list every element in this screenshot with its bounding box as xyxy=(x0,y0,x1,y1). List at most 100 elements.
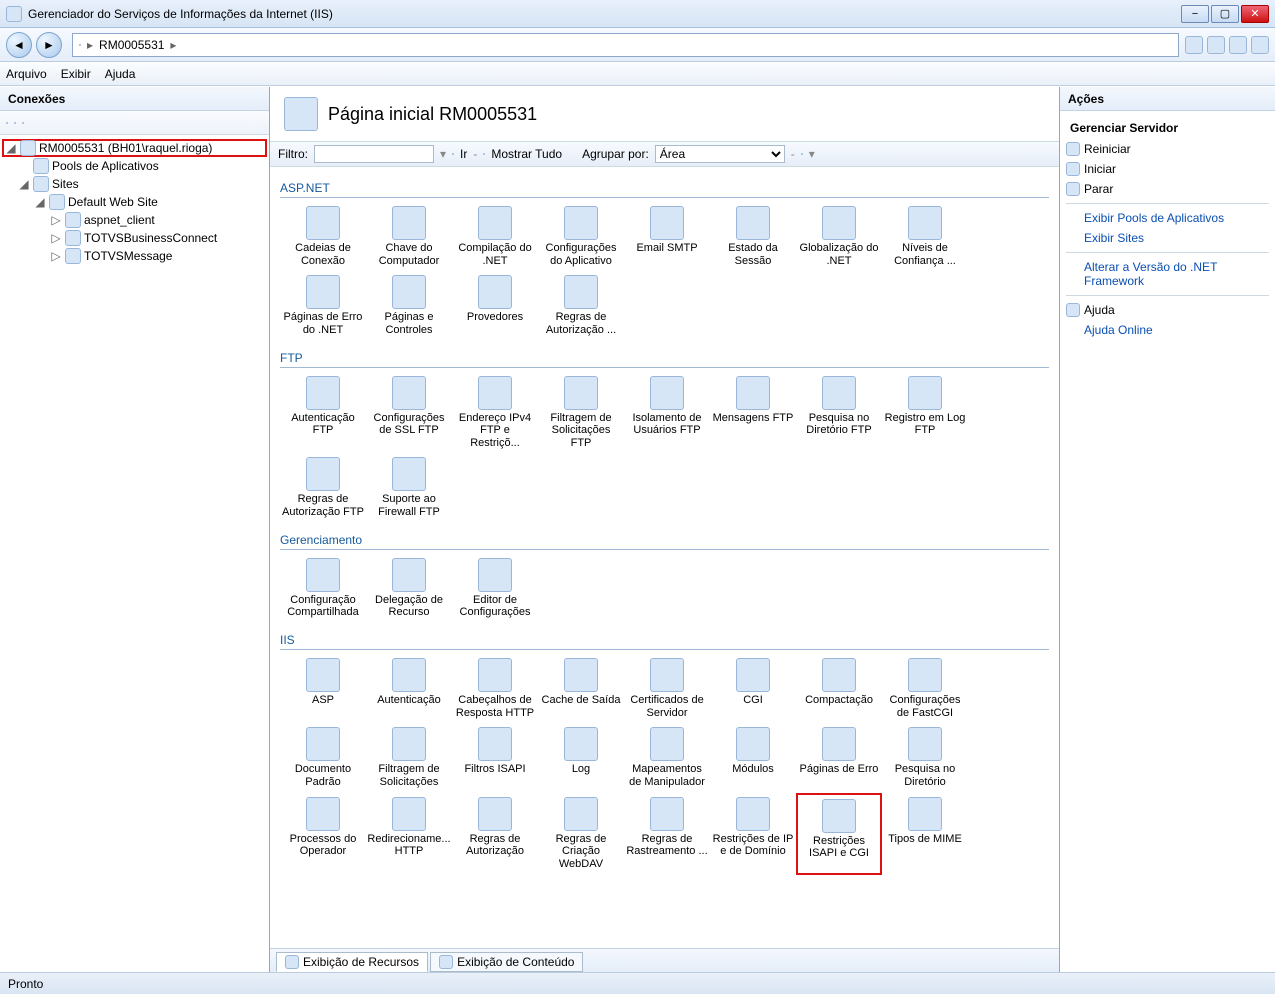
save-icon[interactable] xyxy=(14,122,16,124)
feature-item[interactable]: Configuração Compartilhada xyxy=(280,554,366,623)
feature-item[interactable]: Configurações de SSL FTP xyxy=(366,372,452,454)
feature-item[interactable]: Redirecioname... HTTP xyxy=(366,793,452,875)
feature-item[interactable]: ASP xyxy=(280,654,366,723)
feature-item[interactable]: Pesquisa no Diretório xyxy=(882,723,968,792)
expando-icon[interactable]: ◢ xyxy=(5,141,17,155)
menu-help[interactable]: Ajuda xyxy=(105,67,136,81)
expando-icon[interactable]: ▷ xyxy=(50,231,62,245)
feature-item[interactable]: Autenticação FTP xyxy=(280,372,366,454)
feature-item[interactable]: Suporte ao Firewall FTP xyxy=(366,453,452,522)
tree-root[interactable]: ◢ RM0005531 (BH01\raquel.rioga) xyxy=(2,139,267,157)
feature-item[interactable]: Módulos xyxy=(710,723,796,792)
feature-item[interactable]: Configurações do Aplicativo xyxy=(538,202,624,271)
feature-item[interactable]: Compactação xyxy=(796,654,882,723)
feature-item[interactable]: Email SMTP xyxy=(624,202,710,271)
tab-features[interactable]: Exibição de Recursos xyxy=(276,952,428,972)
feature-item[interactable]: Restrições de IP e de Domínio xyxy=(710,793,796,875)
back-button[interactable]: ◄ xyxy=(6,32,32,58)
refresh-icon[interactable] xyxy=(1185,36,1203,54)
feature-item[interactable]: Regras de Autorização xyxy=(452,793,538,875)
action-link-pools[interactable]: Exibir Pools de Aplicativos xyxy=(1064,208,1271,228)
feature-item[interactable]: Delegação de Recurso xyxy=(366,554,452,623)
home-icon[interactable] xyxy=(1229,36,1247,54)
feature-item[interactable]: Mensagens FTP xyxy=(710,372,796,454)
showall-label[interactable]: Mostrar Tudo xyxy=(491,147,562,161)
maximize-button[interactable]: ▢ xyxy=(1211,5,1239,23)
feature-item[interactable]: Certificados de Servidor xyxy=(624,654,710,723)
tree-child-2[interactable]: ▷ TOTVSMessage xyxy=(2,247,267,265)
menu-file[interactable]: Arquivo xyxy=(6,67,47,81)
close-button[interactable]: ✕ xyxy=(1241,5,1269,23)
minimize-button[interactable]: − xyxy=(1181,5,1209,23)
tree-sites[interactable]: ◢ Sites xyxy=(2,175,267,193)
feature-item[interactable]: Filtragem de Solicitações xyxy=(366,723,452,792)
feature-item[interactable]: Níveis de Confiança ... xyxy=(882,202,968,271)
feature-item[interactable]: Chave do Computador xyxy=(366,202,452,271)
feature-item[interactable]: Endereço IPv4 FTP e Restriçõ... xyxy=(452,372,538,454)
pool-icon xyxy=(33,158,49,174)
feature-item[interactable]: Isolamento de Usuários FTP xyxy=(624,372,710,454)
feature-item[interactable]: Estado da Sessão xyxy=(710,202,796,271)
feature-item[interactable]: Configurações de FastCGI xyxy=(882,654,968,723)
feature-item[interactable]: Restrições ISAPI e CGI xyxy=(796,793,882,875)
expando-icon[interactable]: ▷ xyxy=(50,213,62,227)
tree-child-0[interactable]: ▷ aspnet_client xyxy=(2,211,267,229)
feature-item[interactable]: Log xyxy=(538,723,624,792)
feature-item[interactable]: Páginas de Erro xyxy=(796,723,882,792)
tree-default-site[interactable]: ◢ Default Web Site xyxy=(2,193,267,211)
tree-child-1[interactable]: ▷ TOTVSBusinessConnect xyxy=(2,229,267,247)
feature-item[interactable]: Processos do Operador xyxy=(280,793,366,875)
connect-icon[interactable] xyxy=(6,122,8,124)
feature-item[interactable]: Pesquisa no Diretório FTP xyxy=(796,372,882,454)
go-icon[interactable] xyxy=(452,153,454,155)
tree-pools[interactable]: Pools de Aplicativos xyxy=(2,157,267,175)
feature-item[interactable]: Provedores xyxy=(452,271,538,340)
feature-item[interactable]: Documento Padrão xyxy=(280,723,366,792)
action-link-sites[interactable]: Exibir Sites xyxy=(1064,228,1271,248)
feature-item[interactable]: CGI xyxy=(710,654,796,723)
expando-icon[interactable]: ◢ xyxy=(34,195,46,209)
feature-item[interactable]: Tipos de MIME xyxy=(882,793,968,875)
feature-item[interactable]: Autenticação xyxy=(366,654,452,723)
feature-item[interactable]: Mapeamentos de Manipulador xyxy=(624,723,710,792)
expando-icon[interactable]: ◢ xyxy=(18,177,30,191)
action-stop[interactable]: Parar xyxy=(1064,179,1271,199)
delete-icon[interactable] xyxy=(22,122,24,124)
feature-label: Processos do Operador xyxy=(282,833,364,858)
expando-icon[interactable]: ▷ xyxy=(50,249,62,263)
feature-item[interactable]: Registro em Log FTP xyxy=(882,372,968,454)
feature-item[interactable]: Páginas de Erro do .NET xyxy=(280,271,366,340)
groupby-label: Agrupar por: xyxy=(582,147,649,161)
feature-item[interactable]: Filtragem de Solicitações FTP xyxy=(538,372,624,454)
feature-item[interactable]: Regras de Autorização ... xyxy=(538,271,624,340)
feature-item[interactable]: Regras de Rastreamento ... xyxy=(624,793,710,875)
action-start[interactable]: Iniciar xyxy=(1064,159,1271,179)
groupby-select[interactable]: Área xyxy=(655,145,785,163)
feature-item[interactable]: Regras de Criação WebDAV xyxy=(538,793,624,875)
feature-item[interactable]: Compilação do .NET xyxy=(452,202,538,271)
filter-input[interactable] xyxy=(314,145,434,163)
action-restart[interactable]: Reiniciar xyxy=(1064,139,1271,159)
action-help[interactable]: Ajuda xyxy=(1064,300,1271,320)
feature-icon xyxy=(822,799,856,833)
feature-item[interactable]: Editor de Configurações xyxy=(452,554,538,623)
feature-item[interactable]: Cache de Saída xyxy=(538,654,624,723)
addressbar[interactable]: ▸ RM0005531 ▸ xyxy=(72,33,1179,57)
stop-icon[interactable] xyxy=(1207,36,1225,54)
view-mode-icon[interactable] xyxy=(801,153,803,155)
feature-item[interactable]: Páginas e Controles xyxy=(366,271,452,340)
feature-item[interactable]: Globalização do .NET xyxy=(796,202,882,271)
help-icon[interactable] xyxy=(1251,36,1269,54)
forward-button[interactable]: ► xyxy=(36,32,62,58)
feature-item[interactable]: Cabeçalhos de Resposta HTTP xyxy=(452,654,538,723)
menu-view[interactable]: Exibir xyxy=(61,67,91,81)
feature-item[interactable]: Cadeias de Conexão xyxy=(280,202,366,271)
action-help-online[interactable]: Ajuda Online xyxy=(1064,320,1271,340)
action-link-dotnet[interactable]: Alterar a Versão do .NET Framework xyxy=(1064,257,1271,291)
feature-item[interactable]: Regras de Autorização FTP xyxy=(280,453,366,522)
go-label[interactable]: Ir xyxy=(460,147,467,161)
tab-content[interactable]: Exibição de Conteúdo xyxy=(430,952,583,972)
breadcrumb-crumb[interactable]: RM0005531 xyxy=(99,38,164,52)
feature-item[interactable]: Filtros ISAPI xyxy=(452,723,538,792)
showall-icon[interactable] xyxy=(483,153,485,155)
